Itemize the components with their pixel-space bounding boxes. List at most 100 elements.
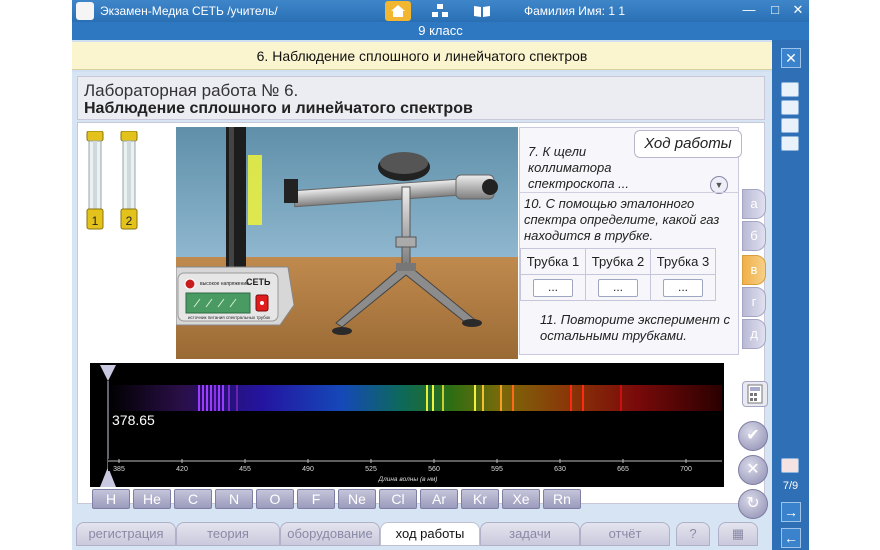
power-label: СЕТЬ [246,277,271,287]
gas-tube-2[interactable]: 2 [118,130,140,231]
element-button-o[interactable]: O [256,489,294,509]
book-button[interactable] [469,1,495,21]
axis-tick-label: 455 [239,466,251,473]
indicator-text: высокое напряжение [200,281,249,287]
gas-tube-1[interactable]: 1 [84,130,106,231]
book-icon [474,6,490,17]
tab-theory[interactable]: теория [176,522,280,546]
page-indicator: 7/9 [782,480,799,492]
axis-tick-label: 525 [365,466,377,473]
lab-number: Лабораторная работа № 6. [84,81,299,100]
class-bar: 9 класс [72,22,809,40]
element-button-ar[interactable]: Ar [420,489,458,509]
hide-eye-icon[interactable] [781,118,799,133]
element-button-h[interactable]: H [92,489,130,509]
step-11-text: 11. Повторите эксперимент с остальными т… [540,312,731,343]
spectral-line [442,385,444,411]
structure-button[interactable] [427,1,453,21]
element-button-he[interactable]: He [133,489,171,509]
element-button-c[interactable]: C [174,489,212,509]
print-icon[interactable] [781,82,799,97]
tube-3-answer-dropdown[interactable]: ... [663,278,703,297]
slider-top-marker[interactable] [100,365,116,381]
check-answer-button[interactable]: ✔ [738,421,768,451]
instructions-panel: Ход работы 7. К щели коллиматора спектро… [519,127,742,355]
lab-title: Наблюдение сплошного и линейчатого спект… [84,100,473,117]
lab-stage: 1 2 высокое напряжение СЕТЬ источник пит… [77,122,768,519]
table-header-tube-2: Трубка 2 [585,248,651,275]
clear-answer-button[interactable]: ✕ [738,455,768,485]
bottom-tabs: регистрация теория оборудование ход рабо… [72,520,772,550]
table-header-tube-3: Трубка 3 [650,248,716,275]
side-tab-b[interactable]: б [742,221,766,251]
calculator-icon[interactable] [742,381,768,407]
spectral-line [620,385,622,411]
pencil-icon[interactable] [781,136,799,151]
keyboard-icon[interactable]: ▦ [718,522,758,546]
next-page-button[interactable]: → [781,502,801,522]
spectral-line [570,385,572,411]
help-button[interactable]: ? [676,522,710,546]
power-supply[interactable]: высокое напряжение СЕТЬ источник питания… [176,266,295,326]
tab-tasks[interactable]: задачи [480,522,580,546]
tab-equipment[interactable]: оборудование [280,522,380,546]
spectral-line [512,385,514,411]
home-button[interactable] [385,1,411,21]
tab-report[interactable]: отчёт [580,522,670,546]
lab-scene: высокое напряжение СЕТЬ источник питания… [176,127,518,359]
panel-text: источник питания спектральных трубок [188,315,270,320]
tube-1-answer-dropdown[interactable]: ... [533,278,573,297]
close-lesson-button[interactable]: ✕ [781,48,801,68]
axis-tick-label: 385 [113,466,125,473]
spectral-line [582,385,584,411]
element-button-rn[interactable]: Rn [543,489,581,509]
spectral-line [236,385,238,411]
side-tab-g[interactable]: г [742,287,766,317]
tube-2-answer-dropdown[interactable]: ... [598,278,638,297]
side-tab-a[interactable]: а [742,189,766,219]
spectral-line [222,385,224,411]
element-button-xe[interactable]: Xe [502,489,540,509]
eye-icon[interactable] [781,100,799,115]
table-header-tube-1: Трубка 1 [520,248,586,275]
wavelength-readout: 378.65 [112,412,155,428]
prev-page-button[interactable]: ← [781,528,801,548]
element-button-kr[interactable]: Kr [461,489,499,509]
app-window: Экзамен-Медиа СЕТЬ /учитель/ Фамилия Имя… [72,0,809,550]
app-title: Экзамен-Медиа СЕТЬ /учитель/ [100,4,278,18]
continuous-spectrum [108,385,722,411]
spectral-line [474,385,476,411]
home-icon [391,5,405,17]
spectral-line [432,385,434,411]
step-7-text: 7. К щели коллиматора спектроскопа ... [528,144,630,191]
axis-tick-label: 700 [680,466,692,473]
axis-tick-label: 560 [428,466,440,473]
side-tab-v[interactable]: в [742,255,766,285]
spectral-line [214,385,216,411]
side-tab-d[interactable]: д [742,319,766,349]
element-button-cl[interactable]: Cl [379,489,417,509]
tab-work-progress[interactable]: ход работы [380,522,480,546]
spectral-line [218,385,220,411]
element-button-ne[interactable]: Ne [338,489,376,509]
element-button-n[interactable]: N [215,489,253,509]
spectral-line [198,385,200,411]
notebook-icon[interactable] [781,458,799,473]
axis-tick-label: 420 [176,466,188,473]
tube-answer-table: Трубка 1 Трубка 2 Трубка 3 ... ... ... [520,248,716,301]
maximize-button[interactable]: □ [768,3,782,17]
right-toolbar: ✕ 7/9 → ← [772,40,809,550]
tab-registration[interactable]: регистрация [76,522,176,546]
axis-tick-label: 665 [617,466,629,473]
spectral-line [202,385,204,411]
reset-button[interactable]: ↻ [738,489,768,519]
close-window-button[interactable]: ✕ [791,3,805,17]
tube-2-label: 2 [126,214,133,228]
element-button-f[interactable]: F [297,489,335,509]
spectral-line [206,385,208,411]
spectral-line [500,385,502,411]
spectral-line [228,385,230,411]
step-10-text: 10. С помощью эталонного спектра определ… [524,196,720,243]
spectrum-panel: 378.65 385 420 455 490 525 560 595 630 665 700 Дл… [90,363,724,487]
minimize-button[interactable]: — [742,3,756,17]
